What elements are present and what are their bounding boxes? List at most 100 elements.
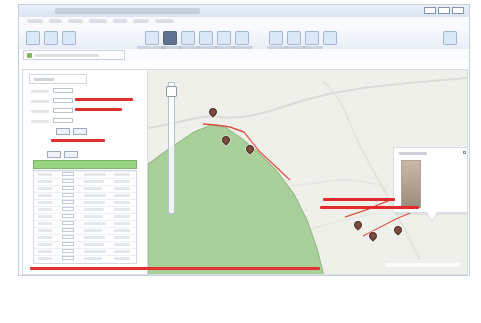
menu-item-2[interactable] <box>49 19 62 23</box>
table-cell-box <box>62 228 74 232</box>
maximize-button[interactable] <box>438 7 450 14</box>
tool-button-5[interactable] <box>235 31 249 45</box>
table-cell <box>84 257 102 260</box>
table-cell <box>114 229 130 232</box>
panel-button-2[interactable] <box>73 128 87 135</box>
field-label-4 <box>31 120 49 123</box>
footer-note <box>30 267 320 270</box>
table-row[interactable] <box>34 255 136 262</box>
left-note-1 <box>75 98 133 101</box>
panel-tabs <box>29 74 87 84</box>
menu-item-1[interactable] <box>27 19 43 23</box>
menu-item-4[interactable] <box>89 19 107 23</box>
popup-title <box>399 152 427 155</box>
results-table <box>33 170 137 264</box>
table-cell-box <box>62 207 74 211</box>
table-cell <box>84 201 105 204</box>
table-row[interactable] <box>34 213 136 220</box>
tool-button-8[interactable] <box>305 31 319 45</box>
tool-button-1[interactable] <box>163 31 177 45</box>
field-input-2[interactable] <box>53 98 73 103</box>
table-cell <box>38 187 52 190</box>
toolbar <box>19 25 469 50</box>
table-cell <box>38 215 52 218</box>
tool-button-3[interactable] <box>199 31 213 45</box>
table-cell <box>38 208 52 211</box>
table-cell <box>84 243 104 246</box>
table-cell <box>38 250 52 253</box>
menu-item-3[interactable] <box>68 19 83 23</box>
map-note-1 <box>323 198 395 201</box>
field-input-4[interactable] <box>53 118 73 123</box>
table-row[interactable] <box>34 178 136 185</box>
forward-button[interactable] <box>44 31 58 45</box>
pan-control[interactable] <box>166 86 177 97</box>
map-attribution <box>386 263 460 267</box>
table-cell <box>84 236 105 239</box>
field-label-2 <box>31 100 49 103</box>
table-cell <box>114 180 130 183</box>
panel-heading <box>34 78 54 81</box>
table-row[interactable] <box>34 241 136 248</box>
table-cell <box>114 215 130 218</box>
back-button[interactable] <box>26 31 40 45</box>
table-cell-box <box>62 200 74 204</box>
field-label-1 <box>31 90 49 93</box>
table-cell <box>38 194 52 197</box>
table-cell <box>38 243 52 246</box>
active-tab[interactable] <box>23 50 125 60</box>
table-cell-box <box>62 179 74 183</box>
table-cell-box <box>62 249 74 253</box>
table-cell <box>114 173 130 176</box>
close-icon[interactable] <box>463 151 466 154</box>
table-row[interactable] <box>34 171 136 178</box>
window-title <box>55 8 200 14</box>
table-cell <box>38 257 52 260</box>
table-row[interactable] <box>34 248 136 255</box>
tool-button-6[interactable] <box>269 31 283 45</box>
list-header <box>33 160 137 169</box>
table-cell <box>84 208 104 211</box>
map-panel[interactable] <box>147 69 468 275</box>
map-note-2 <box>320 206 419 209</box>
settings-icon[interactable] <box>443 31 457 45</box>
field-label-3 <box>31 110 49 113</box>
tab-label <box>35 54 99 57</box>
info-window <box>393 147 467 213</box>
left-panel <box>22 69 148 275</box>
table-row[interactable] <box>34 199 136 206</box>
tool-button-9[interactable] <box>323 31 337 45</box>
screenshot-stage <box>0 0 481 323</box>
field-input-1[interactable] <box>53 88 73 93</box>
menu-item-6[interactable] <box>133 19 149 23</box>
table-row[interactable] <box>34 234 136 241</box>
tool-button-7[interactable] <box>287 31 301 45</box>
home-button[interactable] <box>145 31 159 45</box>
menu-item-7[interactable] <box>155 19 174 23</box>
tool-button-2[interactable] <box>181 31 195 45</box>
table-cell <box>38 222 52 225</box>
minimize-button[interactable] <box>424 7 436 14</box>
zoom-slider[interactable] <box>168 82 175 214</box>
table-row[interactable] <box>34 206 136 213</box>
table-cell-box <box>62 172 74 176</box>
table-row[interactable] <box>34 220 136 227</box>
tool-button-4[interactable] <box>217 31 231 45</box>
table-cell <box>84 173 106 176</box>
panel-button-3[interactable] <box>47 151 61 158</box>
table-cell <box>114 243 130 246</box>
table-cell <box>84 222 106 225</box>
menu-item-5[interactable] <box>113 19 127 23</box>
close-button[interactable] <box>452 7 464 14</box>
field-input-3[interactable] <box>53 108 73 113</box>
table-cell <box>84 194 106 197</box>
table-row[interactable] <box>34 227 136 234</box>
table-row[interactable] <box>34 192 136 199</box>
table-cell <box>38 201 52 204</box>
table-cell <box>114 201 130 204</box>
table-cell <box>114 208 130 211</box>
panel-button-4[interactable] <box>64 151 78 158</box>
panel-button-1[interactable] <box>56 128 70 135</box>
table-row[interactable] <box>34 185 136 192</box>
reload-button[interactable] <box>62 31 76 45</box>
